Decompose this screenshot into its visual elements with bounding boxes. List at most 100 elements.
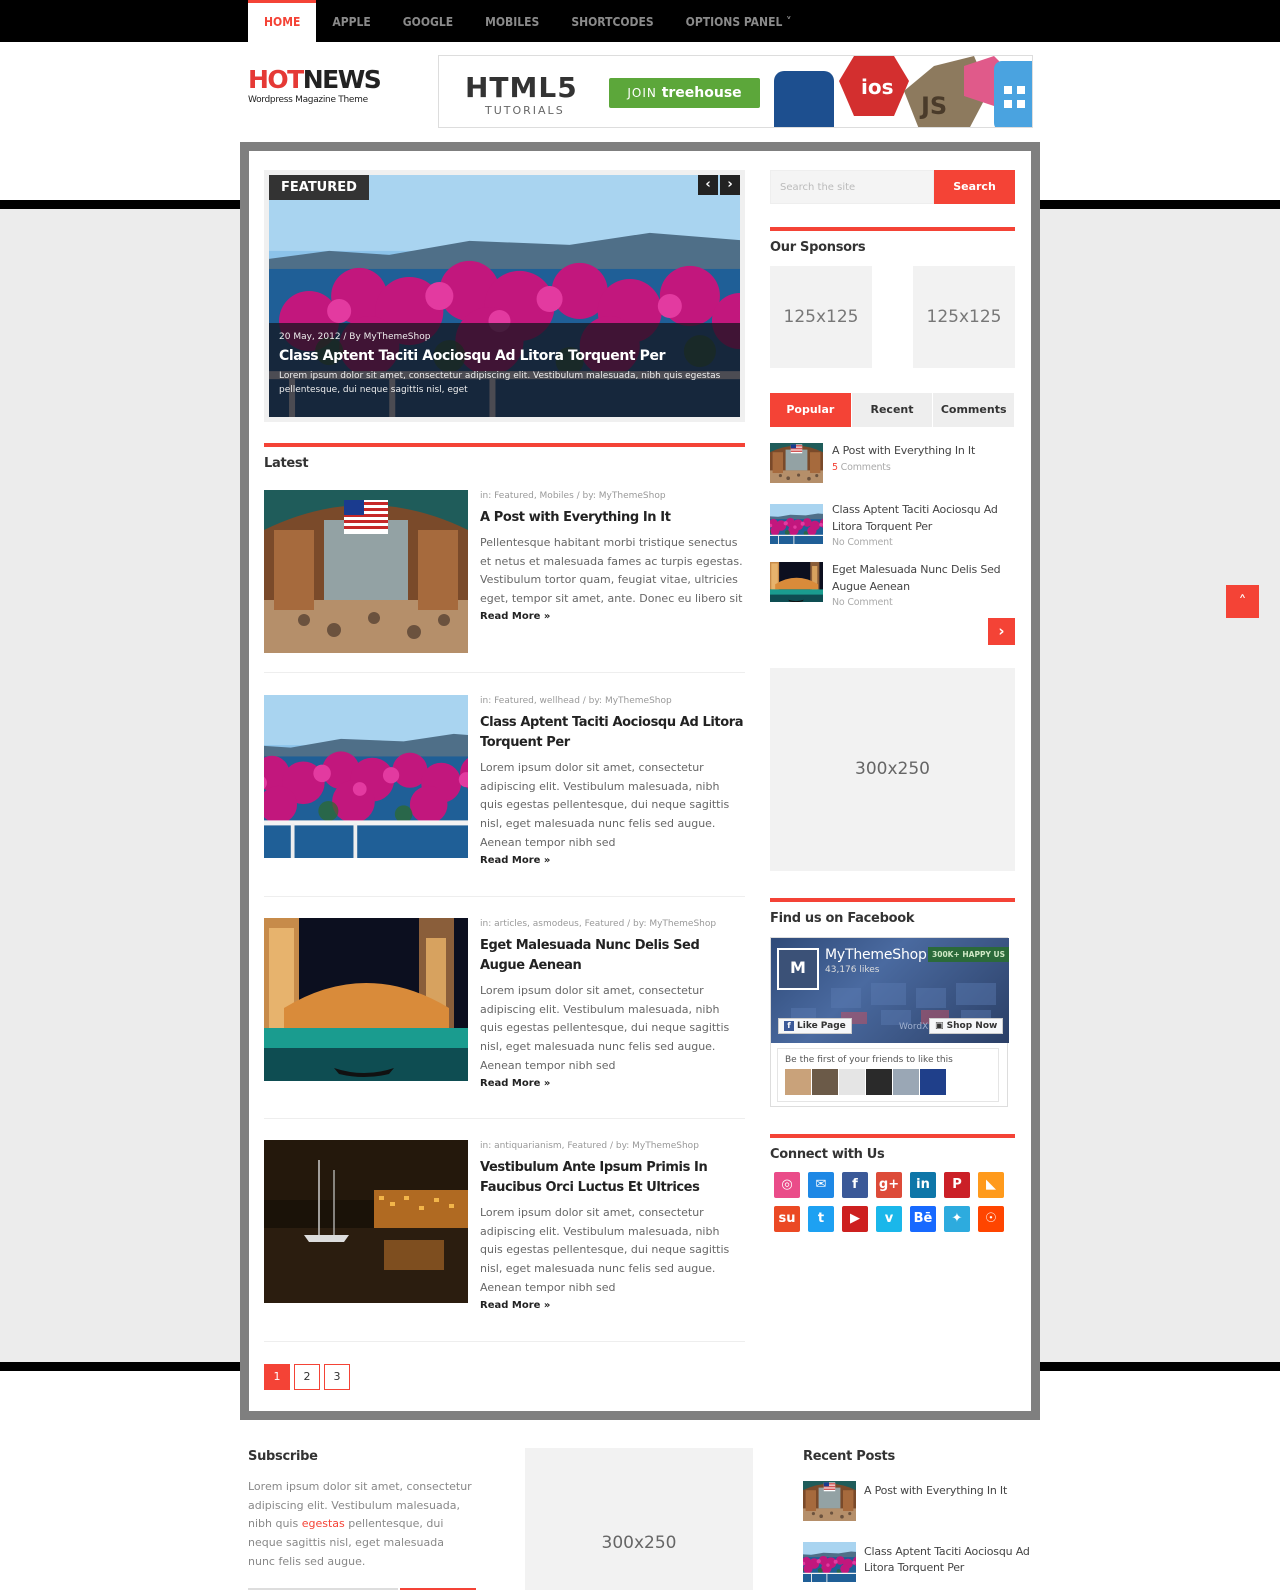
friend-avatar[interactable] xyxy=(839,1069,865,1095)
post-item: in: Featured, wellhead / by: MyThemeShop… xyxy=(264,695,745,885)
slider-next-button[interactable]: › xyxy=(720,175,740,195)
nav-item-shortcodes[interactable]: SHORTCODES xyxy=(555,0,669,42)
stumbleupon-icon[interactable]: su xyxy=(774,1206,800,1232)
sidebar-ad-300x250[interactable]: 300x250 xyxy=(770,668,1015,871)
facebook-friend-faces xyxy=(785,1069,991,1095)
youtube-icon[interactable]: ▶ xyxy=(842,1206,868,1232)
facebook-widget: M MyThemeShop 43,176 likes 300K+ HAPPY U… xyxy=(770,937,1009,1107)
facebook-like-label: Like Page xyxy=(797,1021,846,1031)
dribbble-icon[interactable]: ◎ xyxy=(774,1172,800,1198)
facebook-shop-button[interactable]: ▣ Shop Now xyxy=(929,1018,1004,1034)
page-1-button[interactable]: 1 xyxy=(264,1364,290,1390)
banner-ios-badge: ios xyxy=(861,75,894,99)
banner-join-button[interactable]: JOIN treehouse xyxy=(609,78,760,108)
logo-wordmark: HOTNEWS xyxy=(248,66,382,94)
post-title[interactable]: A Post with Everything In It xyxy=(480,508,745,528)
rss-icon[interactable]: ◣ xyxy=(978,1172,1004,1198)
popular-post-title-text[interactable]: A Post with Everything In It xyxy=(832,444,975,457)
post-title[interactable]: Class Aptent Taciti Aociosqu Ad Litora T… xyxy=(480,713,745,753)
post-thumbnail[interactable] xyxy=(264,490,468,653)
facebook-page-avatar[interactable]: M xyxy=(777,948,819,990)
footer-ad-300x250[interactable]: 300x250 xyxy=(525,1448,753,1590)
facebook-shop-label: Shop Now xyxy=(946,1021,998,1031)
post-meta: in: Featured, wellhead / by: MyThemeShop xyxy=(480,696,672,706)
recent-post-title[interactable]: A Post with Everything In It xyxy=(864,1483,1039,1499)
post-title[interactable]: Eget Malesuada Nunc Delis Sed Augue Aene… xyxy=(480,936,745,976)
social-icons: ◎ ✉ f g+ in P ◣ su t ▶ v Bē ✦ ☉ xyxy=(774,1172,1004,1232)
popular-post-item: Eget Malesuada Nunc Delis Sed Augue Aene… xyxy=(770,562,1015,608)
email-icon[interactable]: ✉ xyxy=(808,1172,834,1198)
search-button[interactable]: Search xyxy=(934,170,1015,204)
behance-icon[interactable]: Bē xyxy=(910,1206,936,1232)
latest-heading: Latest xyxy=(264,443,745,471)
featured-slider[interactable]: FEATURED ‹ › 20 May, 2012 / By MyThemeSh… xyxy=(264,170,745,422)
header-ad-banner[interactable]: HTML5 TUTORIALS JOIN treehouse ios JS xyxy=(438,55,1033,128)
friend-avatar[interactable] xyxy=(785,1069,811,1095)
nav-item-options-panel[interactable]: OPTIONS PANEL ˅ xyxy=(670,0,808,42)
recent-post-thumbnail[interactable] xyxy=(803,1481,856,1521)
site-logo[interactable]: HOTNEWS Wordpress Magazine Theme xyxy=(248,66,382,106)
popular-post-title[interactable]: A Post with Everything In It 5 Comments xyxy=(832,443,1012,476)
tab-popular[interactable]: Popular xyxy=(770,393,852,427)
post-thumbnail[interactable] xyxy=(264,918,468,1081)
popular-post-thumbnail[interactable] xyxy=(770,443,823,483)
facebook-like-count: 43,176 likes xyxy=(825,965,880,975)
banner-title: HTML5 xyxy=(465,71,578,104)
linkedin-icon[interactable]: in xyxy=(910,1172,936,1198)
reddit-icon[interactable]: ☉ xyxy=(978,1206,1004,1232)
post-thumbnail[interactable] xyxy=(264,695,468,858)
post-excerpt: Pellentesque habitant morbi tristique se… xyxy=(480,536,743,606)
popular-post-comments: No Comment xyxy=(832,597,893,608)
pinterest-icon[interactable]: P xyxy=(944,1172,970,1198)
facebook-page-name[interactable]: MyThemeShop xyxy=(825,947,927,963)
delicious-icon[interactable]: ✦ xyxy=(944,1206,970,1232)
popular-post-title-text[interactable]: Class Aptent Taciti Aociosqu Ad Litora T… xyxy=(832,503,998,533)
tab-comments[interactable]: Comments xyxy=(933,393,1016,427)
popular-post-thumbnail[interactable] xyxy=(770,504,823,544)
recent-post-title[interactable]: Class Aptent Taciti Aociosqu Ad Litora T… xyxy=(864,1544,1039,1576)
featured-title[interactable]: Class Aptent Taciti Aociosqu Ad Litora T… xyxy=(279,348,730,364)
popular-post-thumbnail[interactable] xyxy=(770,562,823,602)
post-thumbnail[interactable] xyxy=(264,1140,468,1303)
comment-label: Comments xyxy=(837,461,891,473)
recent-post-thumbnail[interactable] xyxy=(803,1542,856,1582)
twitter-icon[interactable]: t xyxy=(808,1206,834,1232)
friend-avatar[interactable] xyxy=(866,1069,892,1095)
read-more-link[interactable]: Read More » xyxy=(480,1078,745,1089)
subscribe-heading: Subscribe xyxy=(248,1449,318,1464)
nav-item-google[interactable]: GOOGLE xyxy=(387,0,469,42)
banner-js-badge: JS xyxy=(919,92,947,120)
read-more-link[interactable]: Read More » xyxy=(480,611,745,622)
facebook-icon[interactable]: f xyxy=(842,1172,868,1198)
read-more-link[interactable]: Read More » xyxy=(480,855,745,866)
vimeo-icon[interactable]: v xyxy=(876,1206,902,1232)
nav-item-home[interactable]: HOME xyxy=(248,0,317,42)
scroll-to-top-button[interactable]: ˄ xyxy=(1226,585,1259,618)
read-more-link[interactable]: Read More » xyxy=(480,1300,745,1311)
popular-post-title[interactable]: Eget Malesuada Nunc Delis Sed Augue Aene… xyxy=(832,562,1012,612)
slider-prev-button[interactable]: ‹ xyxy=(698,175,718,195)
post-title[interactable]: Vestibulum Ante Ipsum Primis In Faucibus… xyxy=(480,1158,745,1198)
popular-post-title-text[interactable]: Eget Malesuada Nunc Delis Sed Augue Aene… xyxy=(832,563,1001,593)
pagination: 1 2 3 xyxy=(264,1364,350,1390)
facebook-like-button[interactable]: f Like Page xyxy=(778,1018,852,1034)
popular-post-title[interactable]: Class Aptent Taciti Aociosqu Ad Litora T… xyxy=(832,502,1012,552)
sponsor-ad-1[interactable]: 125x125 xyxy=(770,266,872,368)
tab-recent[interactable]: Recent xyxy=(851,393,934,427)
post-excerpt: Lorem ipsum dolor sit amet, consectetur … xyxy=(480,1206,730,1294)
friend-avatar[interactable] xyxy=(812,1069,838,1095)
facebook-icon: f xyxy=(784,1021,794,1031)
popular-post-comments: 5 Comments xyxy=(832,460,1012,477)
friend-avatar[interactable] xyxy=(893,1069,919,1095)
popular-next-button[interactable]: › xyxy=(988,618,1015,645)
subscribe-link[interactable]: egestas xyxy=(302,1517,345,1530)
facebook-friends-text: Be the first of your friends to like thi… xyxy=(785,1055,953,1065)
page-3-button[interactable]: 3 xyxy=(324,1364,350,1390)
sponsor-ad-2[interactable]: 125x125 xyxy=(913,266,1015,368)
search-input[interactable]: Search the site xyxy=(770,170,934,204)
nav-item-mobiles[interactable]: MOBILES xyxy=(469,0,555,42)
nav-item-apple[interactable]: APPLE xyxy=(316,0,386,42)
page-2-button[interactable]: 2 xyxy=(294,1364,320,1390)
friend-avatar[interactable] xyxy=(920,1069,946,1095)
google-plus-icon[interactable]: g+ xyxy=(876,1172,902,1198)
